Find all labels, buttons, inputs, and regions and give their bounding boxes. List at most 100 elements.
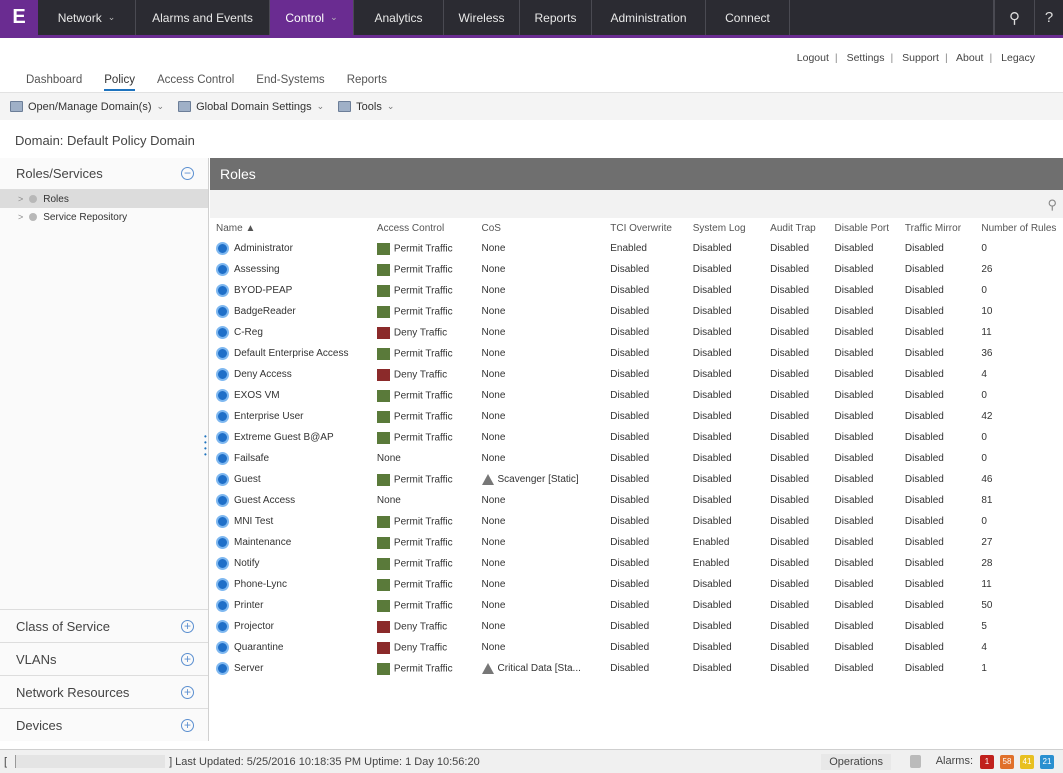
column-header[interactable]: TCI Overwrite [604, 218, 686, 238]
table-cell: Maintenance [210, 532, 371, 553]
table-cell: None [476, 448, 605, 469]
expand-icon[interactable]: + [181, 718, 194, 732]
nav-administration[interactable]: Administration [592, 0, 706, 35]
column-header[interactable]: Audit Trap [764, 218, 828, 238]
expand-icon[interactable]: + [181, 619, 194, 633]
tab-dashboard[interactable]: Dashboard [26, 74, 82, 91]
alarm-info-badge[interactable]: 21 [1040, 755, 1054, 769]
table-cell: Disabled [764, 574, 828, 595]
table-row[interactable]: BadgeReader Permit Traffic None Disabled Dis… [210, 301, 1063, 322]
table-row[interactable]: Phone-Lync Permit Traffic None Disabled Disa… [210, 574, 1063, 595]
column-header[interactable]: Number of Rules [975, 218, 1063, 238]
cell-text: Enabled [692, 537, 730, 548]
table-row[interactable]: Projector Deny Traffic None Disabled Disable… [210, 616, 1063, 637]
tab-reports[interactable]: Reports [347, 74, 387, 91]
table-cell: Disabled [604, 427, 686, 448]
role-icon [216, 662, 229, 675]
table-cell: 5 [975, 616, 1063, 637]
collapse-icon[interactable]: − [181, 167, 194, 180]
alarm-minor-badge[interactable]: 41 [1020, 755, 1034, 769]
table-row[interactable]: Server Permit Traffic Critical Data [Sta..… [210, 658, 1063, 679]
alarm-major-badge[interactable]: 58 [1000, 755, 1014, 769]
open-manage-domains-menu[interactable]: Open/Manage Domain(s) ⌄ [10, 101, 164, 113]
cell-text: None [481, 432, 506, 443]
table-row[interactable]: Maintenance Permit Traffic None Disabled Ena… [210, 532, 1063, 553]
cell-text: Administrator [234, 243, 293, 255]
tree-item-roles[interactable]: > Roles [0, 190, 208, 208]
accordion-devices[interactable]: Devices + [0, 708, 208, 741]
column-header[interactable]: System Log [687, 218, 764, 238]
table-row[interactable]: MNI Test Permit Traffic None Disabled Disabl… [210, 511, 1063, 532]
table-cell: Disabled [604, 469, 686, 490]
nav-analytics[interactable]: Analytics [354, 0, 444, 35]
nav-alarms-events[interactable]: Alarms and Events [136, 0, 270, 35]
alarm-critical-badge[interactable]: 1 [980, 755, 994, 769]
cell-text: Disabled [904, 264, 944, 275]
table-row[interactable]: Extreme Guest B@AP Permit Traffic None Disa… [210, 427, 1063, 448]
expand-arrow-icon[interactable]: > [18, 194, 23, 204]
nav-control[interactable]: Control ⌄ [270, 0, 354, 35]
table-row[interactable]: Quarantine Deny Traffic None Disabled Disabl… [210, 637, 1063, 658]
table-cell: Disabled [604, 658, 686, 679]
accordion-vlans[interactable]: VLANs + [0, 642, 208, 675]
menu-label: Open/Manage Domain(s) [28, 100, 152, 113]
nav-wireless[interactable]: Wireless [444, 0, 520, 35]
nav-network[interactable]: Network ⌄ [38, 0, 136, 35]
table-row[interactable]: Failsafe None None Disabled Disabled Disabled… [210, 448, 1063, 469]
permit-traffic-icon [376, 578, 390, 591]
tab-access-control[interactable]: Access Control [157, 74, 234, 91]
table-row[interactable]: Guest Permit Traffic Scavenger [Static] Dis… [210, 469, 1063, 490]
about-link[interactable]: About [956, 52, 983, 64]
tree-item-service-repository[interactable]: > Service Repository [0, 208, 208, 226]
table-row[interactable]: EXOS VM Permit Traffic None Disabled Disable… [210, 385, 1063, 406]
table-row[interactable]: Enterprise User Permit Traffic None Disable… [210, 406, 1063, 427]
logout-link[interactable]: Logout [797, 52, 829, 64]
settings-link[interactable]: Settings [847, 52, 885, 64]
tab-policy[interactable]: Policy [104, 74, 135, 91]
table-cell: Permit Traffic [371, 658, 476, 679]
column-header[interactable]: Disable Port [829, 218, 899, 238]
operations-button[interactable]: Operations [821, 754, 891, 770]
roles-services-header[interactable]: Roles/Services − [0, 158, 208, 190]
column-header[interactable]: CoS [476, 218, 605, 238]
accordion-network-resources[interactable]: Network Resources + [0, 675, 208, 708]
expand-arrow-icon[interactable]: > [18, 212, 23, 222]
accordion-class-of-service[interactable]: Class of Service + [0, 609, 208, 642]
expand-icon[interactable]: + [181, 685, 194, 699]
tab-end-systems[interactable]: End-Systems [256, 74, 324, 91]
table-row[interactable]: Assessing Permit Traffic None Disabled Disab… [210, 259, 1063, 280]
search-icon[interactable]: ⚲ [1047, 197, 1057, 213]
table-row[interactable]: Deny Access Deny Traffic None Disabled Disab… [210, 364, 1063, 385]
legacy-link[interactable]: Legacy [1001, 52, 1035, 64]
table-cell: Permit Traffic [371, 238, 476, 259]
cell-text: Permit Traffic [393, 390, 453, 402]
table-row[interactable]: Administrator Permit Traffic None Enabled Di… [210, 238, 1063, 259]
table-cell: Disabled [829, 448, 899, 469]
column-header[interactable]: Access Control [371, 218, 476, 238]
support-link[interactable]: Support [902, 52, 939, 64]
cell-text: None [481, 411, 506, 422]
expand-icon[interactable]: + [181, 652, 194, 666]
table-row[interactable]: BYOD-PEAP Permit Traffic None Disabled Disab… [210, 280, 1063, 301]
nav-connect[interactable]: Connect [706, 0, 790, 35]
nav-label: Analytics [374, 10, 423, 25]
column-header[interactable]: Traffic Mirror [899, 218, 975, 238]
clipboard-icon[interactable] [910, 755, 921, 768]
column-header[interactable]: Name ▲ [210, 218, 371, 238]
table-row[interactable]: Default Enterprise Access Permit Traffic N… [210, 343, 1063, 364]
table-row[interactable]: Guest Access None None Disabled Disabled Disa… [210, 490, 1063, 511]
global-domain-settings-menu[interactable]: Global Domain Settings ⌄ [178, 101, 324, 113]
help-icon[interactable]: ? [1034, 0, 1063, 35]
table-cell: None [371, 490, 476, 511]
table-row[interactable]: C-Reg Deny Traffic None Disabled Disabled Dis… [210, 322, 1063, 343]
cell-text: Disabled [834, 600, 874, 611]
search-icon[interactable]: ⚲ [994, 0, 1034, 35]
logo-text: E [12, 6, 26, 28]
table-cell: Permit Traffic [371, 406, 476, 427]
nav-reports[interactable]: Reports [520, 0, 592, 35]
panel-splitter-handle[interactable]: • • • • [204, 433, 208, 468]
tools-menu[interactable]: Tools ⌄ [338, 101, 394, 113]
table-row[interactable]: Printer Permit Traffic None Disabled Disable… [210, 595, 1063, 616]
logo[interactable]: E [0, 0, 38, 35]
table-row[interactable]: Notify Permit Traffic None Disabled Enabled D… [210, 553, 1063, 574]
